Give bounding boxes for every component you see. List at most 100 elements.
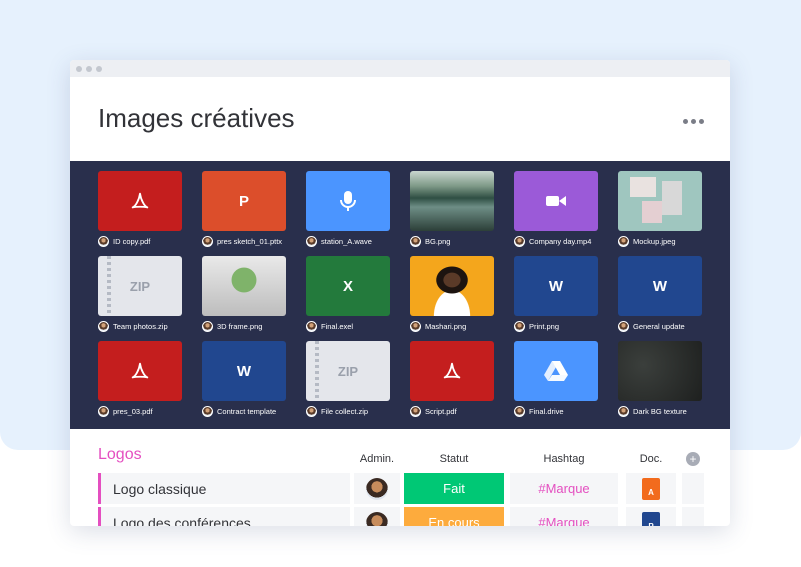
file-thumbnail-image[interactable] (618, 341, 702, 401)
file-name: Company day.mp4 (529, 236, 592, 246)
file-name: Team photos.zip (113, 321, 168, 331)
file-caption[interactable]: Mockup.jpeg (618, 234, 676, 248)
file-name: pres sketch_01.pttx (217, 236, 283, 246)
file-caption[interactable]: Final.exel (306, 319, 353, 333)
more-options-icon[interactable] (683, 119, 704, 124)
file-thumbnail-word[interactable]: W (202, 341, 286, 401)
file-name: 3D frame.png (217, 321, 263, 331)
avatar (202, 405, 213, 417)
file-name: Mashari.png (425, 321, 467, 331)
file-caption[interactable]: General update (618, 319, 685, 333)
status-cell[interactable]: Fait (404, 473, 504, 504)
avatar (306, 320, 317, 332)
file-thumbnail-image[interactable] (618, 171, 702, 231)
hashtag-label: #Marque (538, 515, 590, 526)
file-thumbnail-ppt[interactable]: P (202, 171, 286, 231)
avatar (306, 405, 317, 417)
file-name: BG.png (425, 236, 451, 246)
column-header-hashtag[interactable]: Hashtag (510, 453, 618, 465)
file-thumbnail-zip[interactable]: ZIP (98, 256, 182, 316)
column-header-admin[interactable]: Admin. (354, 453, 400, 465)
avatar (618, 320, 629, 332)
admin-cell[interactable] (354, 473, 400, 504)
board-header: Images créatives (70, 77, 730, 161)
avatar (514, 405, 525, 417)
file-caption[interactable]: 3D frame.png (202, 319, 262, 333)
avatar (618, 405, 629, 417)
document-icon: A (642, 477, 660, 500)
hashtag-label: #Marque (538, 481, 590, 496)
window-dot-icon (96, 65, 102, 72)
window-dot-icon (76, 65, 82, 72)
file-caption[interactable]: Print.png (514, 319, 559, 333)
file-thumbnail-image[interactable] (410, 256, 494, 316)
file-thumbnail-word[interactable]: W (618, 256, 702, 316)
file-gallery: ID copy.pdf Ppres sketch_01.pttx station_A… (70, 161, 730, 429)
file-caption[interactable]: Team photos.zip (98, 319, 168, 333)
file-name: File collect.zip (321, 406, 369, 416)
file-caption[interactable]: BG.png (410, 234, 450, 248)
file-caption[interactable]: Contract template (202, 404, 276, 418)
file-thumbnail-pdf[interactable] (98, 341, 182, 401)
column-header-doc[interactable]: Doc. (626, 453, 676, 465)
file-caption[interactable]: ID copy.pdf (98, 234, 150, 248)
file-name: Final.drive (529, 406, 564, 416)
avatar (366, 477, 388, 500)
file-thumbnail-zip[interactable]: ZIP (306, 341, 390, 401)
file-thumbnail-drive[interactable] (514, 341, 598, 401)
file-thumbnail-excel[interactable]: X (306, 256, 390, 316)
file-caption[interactable]: pres_03.pdf (98, 404, 153, 418)
board-row-name[interactable]: Logo classique (98, 473, 350, 504)
status-label: Fait (443, 481, 465, 496)
file-name: ID copy.pdf (113, 236, 151, 246)
group-title: Logos (98, 446, 142, 463)
avatar (410, 235, 421, 247)
admin-cell[interactable] (354, 507, 400, 526)
document-icon: P (642, 511, 660, 526)
avatar (306, 235, 317, 247)
file-name: Print.png (529, 321, 560, 331)
file-caption[interactable]: File collect.zip (306, 404, 368, 418)
file-name: General update (633, 321, 685, 331)
file-thumbnail-pdf[interactable] (410, 341, 494, 401)
doc-cell[interactable]: A (626, 473, 676, 504)
avatar (98, 405, 109, 417)
empty-cell (682, 473, 704, 504)
hashtag-cell[interactable]: #Marque (510, 507, 618, 526)
status-cell[interactable]: En cours (404, 507, 504, 526)
avatar (618, 235, 629, 247)
add-column-icon[interactable]: + (686, 452, 700, 466)
status-label: En cours (428, 515, 480, 526)
page-title: Images créatives (98, 103, 295, 133)
empty-cell (682, 507, 704, 526)
file-thumbnail-word[interactable]: W (514, 256, 598, 316)
file-thumbnail-video[interactable] (514, 171, 598, 231)
avatar (366, 511, 388, 526)
app-window: Images créatives ID copy.pdf Ppres sketch… (70, 60, 730, 526)
file-caption[interactable]: pres sketch_01.pttx (202, 234, 282, 248)
avatar (410, 405, 421, 417)
avatar (202, 235, 213, 247)
file-caption[interactable]: Company day.mp4 (514, 234, 591, 248)
file-caption[interactable]: Script.pdf (410, 404, 457, 418)
avatar (98, 320, 109, 332)
file-caption[interactable]: Dark BG texture (618, 404, 687, 418)
file-thumbnail-audio[interactable] (306, 171, 390, 231)
file-caption[interactable]: station_A.wave (306, 234, 372, 248)
file-caption[interactable]: Final.drive (514, 404, 564, 418)
file-caption[interactable]: Mashari.png (410, 319, 466, 333)
file-thumbnail-image[interactable] (410, 171, 494, 231)
column-header-statut[interactable]: Statut (404, 453, 504, 465)
file-thumbnail-image[interactable] (202, 256, 286, 316)
file-name: Contract template (217, 406, 277, 416)
hashtag-cell[interactable]: #Marque (510, 473, 618, 504)
file-thumbnail-pdf[interactable] (98, 171, 182, 231)
file-name: Mockup.jpeg (633, 236, 676, 246)
window-dot-icon (86, 65, 92, 72)
doc-cell[interactable]: P (626, 507, 676, 526)
file-name: Dark BG texture (633, 406, 687, 416)
avatar (202, 320, 213, 332)
avatar (514, 235, 525, 247)
file-name: pres_03.pdf (113, 406, 153, 416)
board-row-name[interactable]: Logo des conférences (98, 507, 350, 526)
